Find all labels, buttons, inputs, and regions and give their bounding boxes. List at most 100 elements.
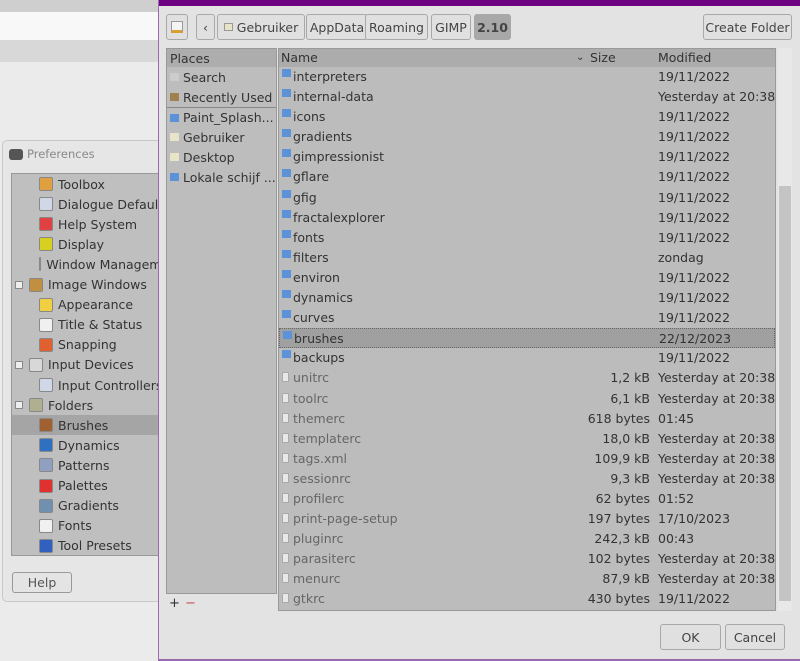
folder-icon — [282, 169, 291, 178]
file-modified: 19/11/2022 — [658, 350, 731, 366]
lifebuoy-icon — [39, 217, 53, 232]
folder-icon — [282, 290, 291, 299]
file-icon — [282, 593, 289, 604]
add-bookmark-button[interactable]: + — [169, 596, 180, 611]
preferences-tree-item[interactable]: Gradients — [12, 496, 182, 516]
preferences-tree-item[interactable]: Title & Status — [12, 315, 182, 335]
collapse-icon[interactable] — [15, 280, 23, 289]
file-row[interactable]: profilerc 62 bytes 01:52 — [279, 489, 775, 509]
file-name: print-page-setup — [293, 511, 398, 527]
places-item[interactable]: Recently Used — [167, 87, 276, 107]
preferences-tree-item[interactable]: Window Management — [12, 254, 182, 274]
size-column-header[interactable]: Size — [590, 50, 616, 65]
file-row[interactable]: parasiterc 102 bytes Yesterday at 20:38 — [279, 549, 775, 569]
breadcrumb-210[interactable]: 2.10 — [474, 14, 511, 40]
file-row[interactable]: pluginrc 242,3 kB 00:43 — [279, 529, 775, 549]
file-modified: Yesterday at 20:38 — [658, 551, 776, 567]
folder-icon — [282, 129, 291, 138]
places-item[interactable]: Gebruiker — [167, 127, 276, 147]
file-row[interactable]: templaterc 18,0 kB Yesterday at 20:38 — [279, 429, 775, 449]
search-icon — [170, 73, 179, 81]
file-row[interactable]: themerc 618 bytes 01:45 — [279, 409, 775, 429]
appearance-icon — [39, 297, 53, 312]
folder-icon — [282, 89, 291, 98]
breadcrumb-appdata[interactable]: AppData — [306, 14, 368, 40]
file-row[interactable]: print-page-setup 197 bytes 17/10/2023 — [279, 509, 775, 529]
preferences-category-tree[interactable]: Toolbox Dialogue Defaults Help System Displ… — [11, 173, 182, 556]
ok-button[interactable]: OK — [660, 624, 721, 650]
collapse-icon[interactable] — [15, 360, 23, 369]
file-row[interactable]: interpreters 19/11/2022 — [279, 67, 775, 87]
file-row[interactable]: menurc 87,9 kB Yesterday at 20:38 — [279, 569, 775, 589]
file-row[interactable]: environ 19/11/2022 — [279, 268, 775, 288]
preferences-tree-item[interactable]: Fonts — [12, 516, 182, 536]
places-item[interactable]: Paint_Splash... — [167, 107, 276, 127]
file-row[interactable]: fonts 19/11/2022 — [279, 228, 775, 248]
name-column-header[interactable]: Name — [281, 50, 318, 65]
file-row[interactable]: sessionrc 9,3 kB Yesterday at 20:38 — [279, 469, 775, 489]
preferences-tree-item[interactable]: Patterns — [12, 455, 182, 475]
help-button[interactable]: Help — [12, 572, 72, 593]
file-row[interactable]: toolrc 6,1 kB Yesterday at 20:38 — [279, 389, 775, 409]
file-name: gimpressionist — [293, 149, 385, 165]
file-modified: zondag — [658, 249, 704, 265]
type-location-button[interactable] — [166, 14, 188, 40]
breadcrumb-gebruiker[interactable]: Gebruiker — [217, 14, 305, 40]
preferences-tree-item[interactable]: Dynamics — [12, 435, 182, 455]
tree-item-label: Dialogue Defaults — [58, 196, 170, 212]
file-modified: 19/11/2022 — [658, 149, 731, 165]
file-row[interactable]: gtkrc 430 bytes 19/11/2022 — [279, 589, 775, 609]
file-row[interactable]: fractalexplorer 19/11/2022 — [279, 208, 775, 228]
create-folder-button[interactable]: Create Folder — [703, 14, 792, 40]
file-row[interactable]: gfig 19/11/2022 — [279, 188, 775, 208]
file-row[interactable]: tags.xml 109,9 kB Yesterday at 20:38 — [279, 449, 775, 469]
file-row[interactable]: dynamics 19/11/2022 — [279, 288, 775, 308]
file-list-scrollbar[interactable] — [778, 48, 792, 611]
collapse-icon[interactable] — [15, 401, 23, 410]
file-name: pluginrc — [293, 531, 344, 547]
file-size: 430 bytes — [587, 591, 650, 607]
tree-item-label: Help System — [58, 216, 138, 232]
preferences-tree-item[interactable]: Brushes — [12, 415, 182, 436]
file-row[interactable]: brushes 22/12/2023 — [279, 328, 775, 349]
preferences-tree-item[interactable]: Appearance — [12, 295, 182, 315]
file-list[interactable]: Name ⌄ Size Modified interpreters 19/11/2… — [278, 48, 776, 611]
folder-icon — [282, 310, 291, 319]
preferences-tree-item[interactable]: Input Controllers — [12, 375, 182, 395]
preferences-tree-item[interactable]: Input Devices — [12, 355, 182, 375]
preferences-tree-item[interactable]: Dialogue Defaults — [12, 194, 182, 214]
breadcrumb-gimp[interactable]: GIMP — [431, 14, 471, 40]
preferences-tree-item[interactable]: Help System — [12, 214, 182, 234]
file-row[interactable]: gflare 19/11/2022 — [279, 167, 775, 187]
preferences-tree-item[interactable]: Toolbox — [12, 174, 182, 194]
preferences-tree-item[interactable]: Display — [12, 234, 182, 254]
scrollbar-thumb[interactable] — [779, 186, 791, 601]
places-item[interactable]: Lokale schijf ... — [167, 167, 276, 187]
breadcrumb-roaming[interactable]: Roaming — [365, 14, 428, 40]
file-row[interactable]: unitrc 1,2 kB Yesterday at 20:38 — [279, 368, 775, 388]
file-size: 9,3 kB — [610, 470, 650, 486]
file-row[interactable]: filters zondag — [279, 248, 775, 268]
places-item[interactable]: Desktop — [167, 147, 276, 167]
tree-item-label: Brushes — [58, 417, 109, 433]
places-item-label: Lokale schijf ... — [183, 169, 276, 185]
preferences-tree-item[interactable]: Tool Presets — [12, 536, 182, 556]
preferences-tree-item[interactable]: Folders — [12, 395, 182, 415]
preferences-tree-item[interactable]: Snapping — [12, 335, 182, 355]
places-header: Places — [167, 49, 276, 67]
remove-bookmark-button[interactable]: − — [185, 596, 196, 611]
file-row[interactable]: icons 19/11/2022 — [279, 107, 775, 127]
file-row[interactable]: backups 19/11/2022 — [279, 348, 775, 368]
file-row[interactable]: curves 19/11/2022 — [279, 308, 775, 328]
places-item[interactable]: Search — [167, 67, 276, 87]
modified-column-header[interactable]: Modified — [658, 50, 711, 65]
file-row[interactable]: gradients 19/11/2022 — [279, 127, 775, 147]
file-row[interactable]: gimpressionist 19/11/2022 — [279, 147, 775, 167]
breadcrumb-back-button[interactable]: ‹ — [196, 14, 215, 40]
places-item-label: Gebruiker — [183, 129, 245, 145]
preferences-tree-item[interactable]: Palettes — [12, 476, 182, 496]
places-item-label: Search — [183, 69, 226, 85]
cancel-button[interactable]: Cancel — [725, 624, 785, 650]
file-row[interactable]: internal-data Yesterday at 20:38 — [279, 87, 775, 107]
preferences-tree-item[interactable]: Image Windows — [12, 275, 182, 295]
